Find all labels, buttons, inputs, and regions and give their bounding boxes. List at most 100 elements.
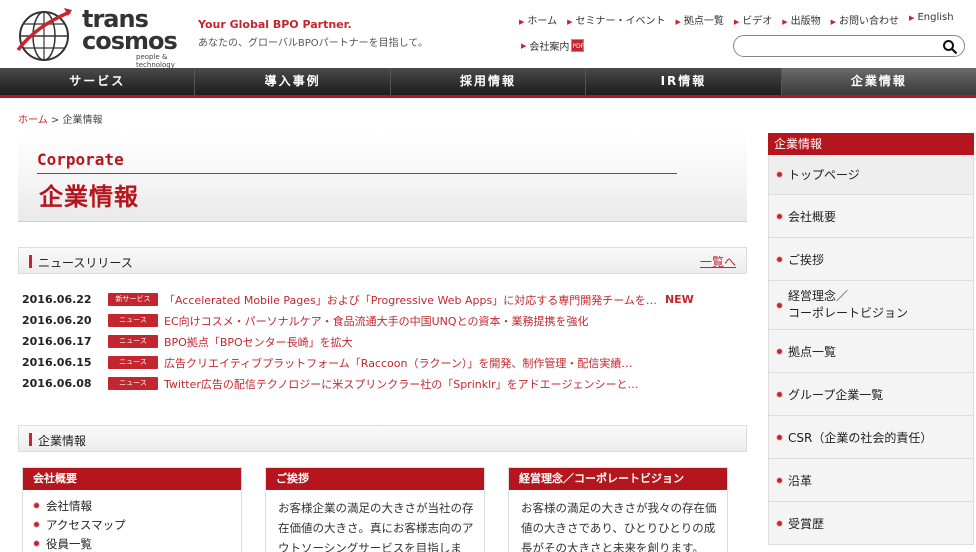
news-title[interactable]: 広告クリエイティブプラットフォーム「Raccoon（ラクーン）」を開発、制作管理…	[164, 355, 632, 371]
search-input[interactable]	[744, 39, 934, 54]
gnav-corporate[interactable]: 企業情報	[781, 68, 976, 95]
side-item-overview[interactable]: 会社概要	[768, 195, 974, 238]
triangle-icon: ▶	[675, 18, 681, 26]
card-link-label: 役員一覧	[46, 536, 92, 551]
news-date: 2016.06.22	[22, 293, 92, 306]
news-title[interactable]: BPO拠点「BPOセンター長崎」を拡大	[164, 334, 353, 350]
gnav-services[interactable]: サービス	[0, 68, 196, 95]
card-text: お客様の満足の大きさが我々の存在価値の大きさであり、ひとりひとりの成長がその大き…	[521, 501, 717, 552]
util-link-seminar[interactable]: ▶ セミナー・イベント	[567, 12, 665, 27]
side-item-label: トップページ	[788, 168, 860, 182]
util-link-locations[interactable]: ▶ 拠点一覧	[675, 12, 723, 27]
globe-icon	[16, 8, 72, 61]
news-item: 2016.06.22 新サービス 「Accelerated Mobile Pag…	[22, 289, 742, 310]
bullet-icon	[776, 171, 783, 178]
logo-subtitle: people & technology	[136, 53, 175, 69]
news-item: 2016.06.17 ニュース BPO拠点「BPOセンター長崎」を拡大	[22, 331, 742, 352]
news-section-title: ニュースリリース	[38, 256, 133, 270]
corporate-guide-label: 会社案内	[529, 42, 570, 53]
triangle-icon: ▶	[567, 18, 573, 26]
triangle-icon: ▶	[909, 14, 915, 22]
news-tag: ニュース	[108, 314, 158, 327]
news-item: 2016.06.08 ニュース Twitter広告の配信テクノロジーに米スプリン…	[22, 373, 742, 394]
side-item-greeting[interactable]: ご挨拶	[768, 238, 974, 281]
util-link-contact[interactable]: ▶ お問い合わせ	[831, 12, 899, 27]
card-link-label: アクセスマップ	[46, 517, 126, 532]
bullet-icon	[33, 521, 40, 528]
hero-title-en: Corporate	[37, 150, 124, 169]
news-date: 2016.06.15	[22, 356, 92, 369]
side-item-label: 経営理念／ コーポレートビジョン	[788, 289, 909, 320]
card-link-access-map[interactable]: アクセスマップ	[33, 515, 241, 534]
side-item-label: 沿革	[788, 473, 813, 488]
side-item-history[interactable]: 沿革	[768, 459, 974, 502]
news-title[interactable]: EC向けコスメ・パーソナルケア・食品流通大手の中国UNQとの資本・業務提携を強化	[164, 313, 588, 329]
breadcrumb: ホーム > 企業情報	[18, 111, 102, 126]
side-item-label: CSR（企業の社会的責任）	[788, 430, 933, 445]
bullet-icon	[776, 212, 783, 220]
bullet-icon	[776, 433, 783, 441]
util-link-label: ホーム	[527, 16, 558, 27]
card-title[interactable]: 経営理念／コーポレートビジョン	[509, 468, 727, 490]
side-item-awards[interactable]: 受賞歴	[768, 502, 974, 545]
side-item-label: グループ企業一覧	[788, 387, 884, 402]
card-greeting: ご挨拶 お客様企業の満足の大きさが当社の存在価値の大きさ。真にお客様志向のアウト…	[265, 467, 485, 552]
news-date: 2016.06.20	[22, 314, 92, 327]
util-link-english[interactable]: ▶ English	[909, 12, 954, 27]
transcosmos-logo[interactable]: trans cosmos people & technology	[16, 6, 186, 69]
bullet-icon	[776, 347, 783, 355]
triangle-icon: ▶	[830, 18, 837, 26]
util-link-video[interactable]: ▶ ビデオ	[734, 12, 772, 27]
util-link-label: 拠点一覧	[683, 16, 724, 27]
side-item-group[interactable]: グループ企業一覧	[768, 373, 974, 416]
side-nav-title: 企業情報	[768, 133, 974, 155]
card-title[interactable]: ご挨拶	[266, 468, 484, 490]
gnav-case-studies[interactable]: 導入事例	[195, 68, 391, 95]
util-link-label: ビデオ	[742, 16, 773, 27]
util-link-label: English	[917, 12, 954, 23]
bullet-icon	[776, 301, 783, 309]
side-item-philosophy[interactable]: 経営理念／ コーポレートビジョン	[768, 281, 974, 330]
page-hero: Corporate 企業情報	[18, 133, 747, 222]
corporate-section-header: 企業情報	[18, 425, 747, 452]
search-box	[733, 35, 965, 57]
corporate-section-title: 企業情報	[38, 434, 87, 448]
utility-nav: ▶ ホーム ▶ セミナー・イベント ▶ 拠点一覧 ▶ ビデオ ▶ 出版物 ▶ お問い合わせ …	[519, 12, 964, 27]
card-link-executives[interactable]: 役員一覧	[33, 534, 241, 552]
news-list-link[interactable]: 一覧へ	[700, 253, 736, 270]
tagline-ja: あなたの、グローバルBPOパートナーを目指して。	[198, 38, 429, 49]
news-title[interactable]: Twitter広告の配信テクノロジーに米スプリンクラー社の「Sprinklr」を…	[164, 376, 638, 392]
side-item-csr[interactable]: CSR（企業の社会的責任）	[768, 416, 974, 459]
gnav-ir[interactable]: IR情報	[586, 68, 782, 95]
new-badge: NEW	[664, 293, 694, 306]
hero-divider	[37, 173, 677, 174]
breadcrumb-current: 企業情報	[62, 115, 103, 126]
card-text: お客様企業の満足の大きさが当社の存在価値の大きさ。真にお客様志向のアウトソーシン…	[278, 501, 474, 552]
side-item-label: ご挨拶	[788, 252, 825, 267]
bullet-icon	[776, 390, 783, 398]
breadcrumb-separator: >	[50, 115, 60, 126]
util-link-label: 出版物	[790, 16, 821, 27]
global-nav: サービス 導入事例 採用情報 IR情報 企業情報	[0, 68, 976, 98]
section-marker	[29, 433, 32, 446]
triangle-icon: ▶	[733, 18, 740, 26]
side-item-top[interactable]: トップページ	[768, 155, 974, 195]
util-link-publications[interactable]: ▶ 出版物	[782, 12, 820, 27]
breadcrumb-home[interactable]: ホーム	[18, 115, 48, 126]
corporate-guide-link[interactable]: ▶ 会社案内 PDF	[521, 38, 585, 53]
news-tag: ニュース	[108, 377, 158, 390]
news-tag: ニュース	[108, 356, 158, 369]
news-title[interactable]: 「Accelerated Mobile Pages」および「Progressiv…	[164, 292, 657, 308]
news-item: 2016.06.20 ニュース EC向けコスメ・パーソナルケア・食品流通大手の中…	[22, 310, 742, 331]
news-date: 2016.06.17	[22, 335, 92, 348]
page-title: 企業情報	[39, 183, 139, 211]
logo-wordmark: trans cosmos	[82, 7, 178, 55]
logo-line-2: cosmos	[82, 27, 178, 55]
card-link-company-info[interactable]: 会社情報	[33, 496, 241, 515]
search-icon[interactable]	[942, 39, 958, 55]
side-item-locations[interactable]: 拠点一覧	[768, 330, 974, 373]
card-company-overview: 会社概要 会社情報 アクセスマップ 役員一覧	[22, 467, 242, 552]
util-link-home[interactable]: ▶ ホーム	[519, 12, 557, 27]
card-title[interactable]: 会社概要	[23, 468, 241, 490]
gnav-recruit[interactable]: 採用情報	[390, 68, 587, 95]
